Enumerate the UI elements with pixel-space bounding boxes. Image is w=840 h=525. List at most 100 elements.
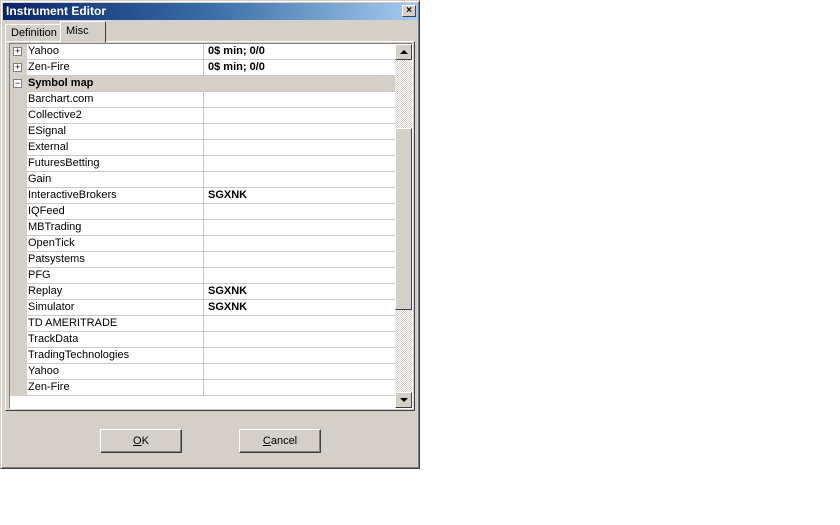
scroll-thumb[interactable] bbox=[395, 128, 412, 310]
tab-misc[interactable]: Misc bbox=[60, 21, 106, 43]
property-value[interactable]: SGXNK bbox=[204, 188, 397, 203]
property-row[interactable]: Replay SGXNK bbox=[10, 284, 397, 300]
property-value[interactable] bbox=[204, 348, 397, 363]
arrow-down-icon bbox=[399, 398, 408, 402]
property-row[interactable]: Zen-Fire bbox=[10, 380, 397, 396]
property-name: TradingTechnologies bbox=[27, 348, 204, 363]
property-name: InteractiveBrokers bbox=[27, 188, 204, 203]
property-row[interactable]: MBTrading bbox=[10, 220, 397, 236]
expand-icon[interactable]: + bbox=[13, 63, 22, 72]
row-margin: + bbox=[10, 44, 27, 60]
property-name: Zen-Fire bbox=[27, 60, 204, 75]
property-name: IQFeed bbox=[27, 204, 204, 219]
property-value[interactable] bbox=[204, 172, 397, 187]
property-value[interactable] bbox=[204, 252, 397, 267]
row-margin bbox=[10, 332, 27, 348]
property-name: Gain bbox=[27, 172, 204, 187]
property-row[interactable]: ESignal bbox=[10, 124, 397, 140]
property-name: ESignal bbox=[27, 124, 204, 139]
scroll-down-button[interactable] bbox=[395, 392, 412, 408]
property-name: Barchart.com bbox=[27, 92, 204, 107]
row-margin bbox=[10, 92, 27, 108]
property-value[interactable] bbox=[204, 204, 397, 219]
property-value[interactable] bbox=[204, 108, 397, 123]
property-value[interactable] bbox=[204, 124, 397, 139]
property-value[interactable] bbox=[204, 268, 397, 283]
property-row[interactable]: TradingTechnologies bbox=[10, 348, 397, 364]
property-row[interactable]: TrackData bbox=[10, 332, 397, 348]
property-value[interactable] bbox=[204, 140, 397, 155]
property-value[interactable]: SGXNK bbox=[204, 284, 397, 299]
instrument-editor-window: Instrument Editor × Definition Misc + Yah… bbox=[0, 0, 420, 469]
property-row[interactable]: External bbox=[10, 140, 397, 156]
property-row[interactable]: TD AMERITRADE bbox=[10, 316, 397, 332]
row-margin bbox=[10, 236, 27, 252]
property-value[interactable] bbox=[204, 380, 397, 395]
row-margin bbox=[10, 156, 27, 172]
property-row[interactable]: Barchart.com bbox=[10, 92, 397, 108]
property-value[interactable] bbox=[204, 220, 397, 235]
property-value[interactable] bbox=[204, 316, 397, 331]
property-name: Patsystems bbox=[27, 252, 204, 267]
property-row[interactable]: Collective2 bbox=[10, 108, 397, 124]
property-value[interactable] bbox=[204, 332, 397, 347]
property-value[interactable] bbox=[204, 364, 397, 379]
ok-button[interactable]: OK bbox=[100, 429, 182, 453]
cancel-button[interactable]: Cancel bbox=[239, 429, 321, 453]
tab-definition[interactable]: Definition bbox=[5, 24, 61, 42]
property-rows: + Yahoo 0$ min; 0/0 + Zen-Fire 0$ min; 0/0− Sy… bbox=[10, 44, 397, 396]
title-bar[interactable]: Instrument Editor × bbox=[3, 3, 418, 20]
misc-tab-panel: + Yahoo 0$ min; 0/0 + Zen-Fire 0$ min; 0/0− Sy… bbox=[5, 41, 415, 411]
property-name: External bbox=[27, 140, 204, 155]
row-margin bbox=[10, 188, 27, 204]
row-margin: − bbox=[10, 76, 27, 92]
property-name: Zen-Fire bbox=[27, 380, 204, 395]
property-name: Simulator bbox=[27, 300, 204, 315]
ok-mnemonic: O bbox=[133, 435, 142, 447]
cancel-label-rest: ancel bbox=[270, 435, 298, 447]
row-margin bbox=[10, 252, 27, 268]
window-title: Instrument Editor bbox=[6, 4, 107, 18]
property-row[interactable]: + Yahoo 0$ min; 0/0 bbox=[10, 44, 397, 60]
row-margin bbox=[10, 220, 27, 236]
property-value[interactable] bbox=[204, 156, 397, 171]
property-row[interactable]: Yahoo bbox=[10, 364, 397, 380]
property-name: Collective2 bbox=[27, 108, 204, 123]
row-margin bbox=[10, 204, 27, 220]
row-margin bbox=[10, 380, 27, 396]
property-value[interactable] bbox=[204, 92, 397, 107]
category-row[interactable]: − Symbol map bbox=[10, 76, 397, 92]
property-value[interactable]: SGXNK bbox=[204, 300, 397, 315]
tab-label: Misc bbox=[66, 25, 89, 37]
property-row[interactable]: Gain bbox=[10, 172, 397, 188]
row-margin bbox=[10, 268, 27, 284]
property-name: Yahoo bbox=[27, 44, 204, 59]
property-value[interactable] bbox=[204, 236, 397, 251]
scroll-up-button[interactable] bbox=[395, 44, 412, 60]
property-name: TrackData bbox=[27, 332, 204, 347]
property-row[interactable]: InteractiveBrokers SGXNK bbox=[10, 188, 397, 204]
property-row[interactable]: PFG bbox=[10, 268, 397, 284]
property-row[interactable]: OpenTick bbox=[10, 236, 397, 252]
close-button[interactable]: × bbox=[402, 5, 416, 17]
property-row[interactable]: IQFeed bbox=[10, 204, 397, 220]
tab-label: Definition bbox=[11, 27, 57, 39]
property-name: Replay bbox=[27, 284, 204, 299]
expand-icon[interactable]: + bbox=[13, 47, 22, 56]
vertical-scrollbar[interactable] bbox=[395, 44, 412, 408]
property-value[interactable]: 0$ min; 0/0 bbox=[204, 60, 397, 75]
property-row[interactable]: Simulator SGXNK bbox=[10, 300, 397, 316]
category-label: Symbol map bbox=[28, 77, 94, 89]
property-row[interactable]: FuturesBetting bbox=[10, 156, 397, 172]
row-margin bbox=[10, 348, 27, 364]
collapse-icon[interactable]: − bbox=[13, 79, 22, 88]
property-name: FuturesBetting bbox=[27, 156, 204, 171]
property-grid: + Yahoo 0$ min; 0/0 + Zen-Fire 0$ min; 0/0− Sy… bbox=[9, 43, 413, 409]
property-row[interactable]: + Zen-Fire 0$ min; 0/0 bbox=[10, 60, 397, 76]
property-value[interactable]: 0$ min; 0/0 bbox=[204, 44, 397, 59]
property-row[interactable]: Patsystems bbox=[10, 252, 397, 268]
row-margin bbox=[10, 140, 27, 156]
scroll-track[interactable] bbox=[395, 60, 412, 392]
property-name: OpenTick bbox=[27, 236, 204, 251]
ok-label-rest: K bbox=[141, 435, 149, 447]
